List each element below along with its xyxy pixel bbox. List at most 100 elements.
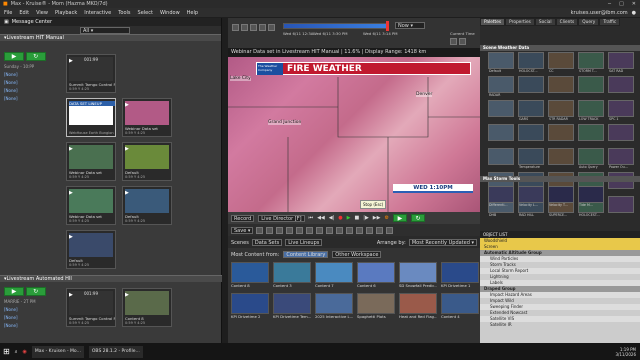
content-tile[interactable]: Content 4	[441, 293, 479, 320]
play-icon[interactable]: ▶	[69, 146, 73, 152]
step-fwd-icon[interactable]: |▶	[363, 215, 369, 221]
palette-thumb[interactable]	[548, 148, 574, 165]
rewind-icon[interactable]: ⏮	[309, 215, 314, 221]
tab-live-lineups[interactable]: Live Lineups	[285, 239, 323, 246]
tab-query[interactable]: Query	[578, 18, 600, 26]
tool-button[interactable]	[286, 226, 294, 234]
content-tile[interactable]: Spaghetti Plots	[357, 293, 395, 320]
palette-thumb[interactable]	[608, 76, 634, 93]
none-item[interactable]: [None]	[4, 88, 60, 93]
mode-button[interactable]	[241, 24, 248, 31]
tab-other-workspace[interactable]: Other Workspace	[332, 251, 382, 258]
tool-button[interactable]	[346, 226, 354, 234]
time-button[interactable]	[450, 38, 457, 45]
palette-thumb[interactable]	[578, 76, 604, 93]
palette-thumb[interactable]: Temperature	[518, 148, 544, 169]
back-icon[interactable]: ◀◀	[317, 215, 325, 221]
mode-button[interactable]	[232, 24, 239, 31]
storm-tool-thumb[interactable]: Velocity T...	[548, 186, 574, 207]
play-icon[interactable]: ▶	[69, 190, 73, 196]
group-header-automated[interactable]: ▾ Livestream Automated HII	[0, 275, 222, 282]
palette-thumb[interactable]: STORM T...	[578, 52, 604, 73]
storm-tool-thumb[interactable]: Differenti...	[488, 186, 514, 207]
palette-thumb[interactable]: SAT RAD	[608, 52, 634, 73]
tab-scenes[interactable]: Scenes	[231, 240, 249, 246]
lineup-tile[interactable]: 001:99 ▶ Summit Tamgo Control Fs 0:59 Y …	[66, 288, 116, 327]
palette-thumb[interactable]: HOLOCST...	[518, 52, 544, 73]
record-dot-icon[interactable]: ●	[338, 215, 342, 221]
storm-tool-thumb[interactable]: Tide M...	[578, 186, 604, 207]
play-icon[interactable]: ▶	[125, 102, 129, 108]
play-icon[interactable]: ▶	[69, 234, 73, 240]
none-item[interactable]: [None]	[4, 315, 60, 320]
group-header-manual[interactable]: ▾ Livestream HIT Manual	[0, 34, 221, 41]
lineup-tile[interactable]: ▶ Default 0:59 Y 4:25	[122, 186, 172, 225]
content-tile[interactable]: Content 3	[273, 262, 311, 289]
lineup-tile[interactable]: ▶ Webinar Data set 0:59 Y 4:25	[122, 98, 172, 137]
menu-file[interactable]: File	[4, 10, 12, 16]
menu-tools[interactable]: Tools	[118, 10, 130, 16]
play-icon[interactable]: ▶	[69, 292, 73, 298]
tool-button[interactable]	[256, 226, 264, 234]
palette-thumb[interactable]: Default	[488, 52, 514, 73]
palette-thumb[interactable]	[488, 124, 514, 141]
maximize-icon[interactable]: □	[619, 1, 624, 7]
menu-select[interactable]: Select	[138, 10, 153, 16]
tool-button[interactable]	[386, 226, 394, 234]
lineup-tile[interactable]: ▶ Webinar Data set 0:59 Y 4:25	[66, 186, 116, 225]
tool-button[interactable]	[326, 226, 334, 234]
step-back-icon[interactable]: ◀|	[329, 215, 335, 221]
palette-thumb[interactable]	[548, 124, 574, 141]
playhead[interactable]	[386, 21, 389, 31]
palette-thumb[interactable]: GARS	[518, 100, 544, 121]
palette-thumb[interactable]	[518, 124, 544, 141]
record-button[interactable]: Record	[231, 214, 255, 222]
palette-thumb[interactable]: SPC 1	[608, 100, 634, 121]
none-item[interactable]: [None]	[4, 323, 60, 328]
clock[interactable]: 1:19 PM 3/11/2026	[615, 347, 640, 357]
lineup-tile[interactable]: ▶ Default 0:59 Y 4:25	[122, 142, 172, 181]
play-icon[interactable]: ▶	[69, 58, 73, 64]
content-tile[interactable]: KPI Drivetime 2	[231, 293, 269, 320]
taskbar-app[interactable]: Max - Kruisen - Mo...	[31, 345, 84, 358]
tool-button[interactable]	[356, 226, 364, 234]
mode-button[interactable]	[268, 24, 275, 31]
play-button[interactable]: ▶	[4, 52, 24, 61]
tab-social[interactable]: Social	[534, 18, 556, 26]
menu-interactive[interactable]: Interactive	[84, 10, 111, 16]
lineup-tile[interactable]: ▶ Webinar Data set 0:59 Y 4:25	[66, 142, 116, 181]
tool-button[interactable]	[336, 226, 344, 234]
palette-thumb[interactable]: CC	[548, 52, 574, 73]
palette-thumb[interactable]: LOW TRACK	[578, 100, 604, 121]
palette-thumb[interactable]: RADAR	[488, 76, 514, 97]
tool-button[interactable]	[376, 226, 384, 234]
menu-window[interactable]: Window	[160, 10, 180, 16]
palette-thumb[interactable]	[518, 76, 544, 93]
arrange-dropdown[interactable]: Most Recently Updated ▾	[408, 239, 477, 246]
palette-thumb[interactable]	[488, 148, 514, 165]
start-icon[interactable]: ⊞	[3, 347, 10, 356]
lineup-tile[interactable]: ▶ Content 8 0:59 Y 4:25	[122, 288, 172, 327]
preview-viewer[interactable]: Webinar Data set in Livestream HIT Manua…	[228, 48, 480, 212]
content-tile[interactable]: SD Snowfall Predic...	[399, 262, 437, 289]
content-tile[interactable]: KPI Drivetime Tem...	[273, 293, 311, 320]
section-storm-tools[interactable]: Max Storm Tools	[480, 176, 640, 182]
palette-thumb[interactable]	[608, 196, 634, 213]
play-icon[interactable]: ▶	[125, 292, 129, 298]
close-icon[interactable]: ✕	[632, 1, 636, 7]
palette-thumb[interactable]	[488, 100, 514, 117]
loop-button[interactable]: ↻	[25, 52, 46, 61]
settings-icon[interactable]: ⚙	[385, 215, 389, 221]
user-icon[interactable]: ●	[632, 10, 636, 16]
save-button[interactable]: Save ▾	[231, 226, 254, 234]
mode-button[interactable]	[250, 24, 257, 31]
content-tile[interactable]: KPI Drivetime 1	[441, 262, 479, 289]
chrome-icon[interactable]: ◉	[23, 349, 27, 355]
minimize-icon[interactable]: ─	[608, 1, 611, 7]
tool-button[interactable]	[316, 226, 324, 234]
none-item[interactable]: [None]	[4, 96, 60, 101]
now-dropdown[interactable]: Now ▾	[395, 22, 425, 29]
lineup-tile[interactable]: ▶ Default 0:59 Y 4:25	[66, 230, 116, 269]
palette-thumb[interactable]	[578, 124, 604, 141]
content-tile[interactable]: Heat and Red Flag...	[399, 293, 437, 320]
